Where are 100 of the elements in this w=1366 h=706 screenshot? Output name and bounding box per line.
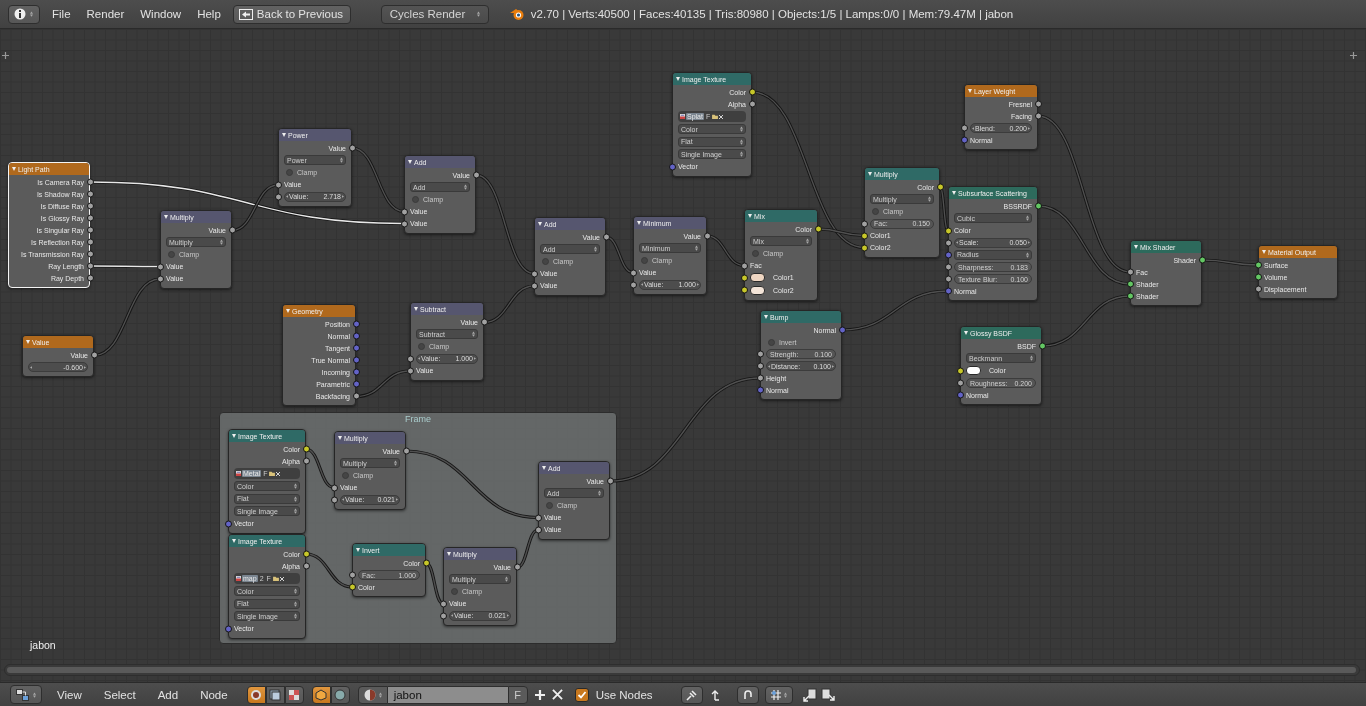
socket[interactable]	[228, 226, 236, 234]
menu-item[interactable]: Help	[189, 8, 229, 20]
checkbox[interactable]	[542, 258, 549, 265]
plus-icon[interactable]	[1350, 52, 1357, 59]
increment-arrow-icon[interactable]	[342, 195, 344, 198]
editor-type-button[interactable]	[8, 4, 40, 24]
collapse-triangle-icon[interactable]	[286, 309, 290, 313]
decrement-arrow-icon[interactable]	[451, 614, 453, 617]
increment-arrow-icon[interactable]	[1028, 126, 1030, 130]
folder-icon[interactable]	[272, 576, 279, 581]
plus-icon[interactable]	[2, 52, 9, 59]
picture-icon[interactable]	[236, 471, 241, 476]
collapse-triangle-icon[interactable]	[164, 215, 168, 219]
copy-icon[interactable]	[802, 687, 817, 702]
decrement-arrow-icon[interactable]	[418, 357, 420, 360]
checkbox[interactable]	[641, 257, 648, 264]
collapse-triangle-icon[interactable]	[408, 160, 412, 164]
menu-item[interactable]: View	[46, 688, 93, 701]
shader-owner-button[interactable]	[311, 685, 331, 704]
close-icon[interactable]	[276, 471, 281, 476]
increment-arrow-icon[interactable]	[84, 365, 86, 369]
material-name-field[interactable]: jabon	[387, 685, 508, 704]
close-icon[interactable]	[719, 114, 724, 119]
collapse-triangle-icon[interactable]	[637, 221, 641, 225]
collapse-triangle-icon[interactable]	[12, 167, 16, 171]
socket[interactable]	[1038, 342, 1046, 350]
socket[interactable]	[422, 559, 430, 567]
socket[interactable]	[1034, 202, 1042, 210]
checkbox[interactable]	[412, 196, 419, 203]
socket[interactable]	[936, 183, 944, 191]
decrement-arrow-icon[interactable]	[972, 126, 974, 130]
shader-type-button[interactable]	[246, 685, 266, 704]
folder-icon[interactable]	[269, 471, 276, 476]
node-frame[interactable]	[219, 412, 617, 644]
checkbox[interactable]	[342, 472, 349, 479]
socket[interactable]	[606, 477, 614, 485]
collapse-triangle-icon[interactable]	[447, 552, 451, 556]
decrement-arrow-icon[interactable]	[768, 364, 770, 368]
snap-element-dropdown[interactable]	[764, 685, 793, 704]
picture-icon[interactable]	[236, 576, 241, 581]
shader-type-button[interactable]	[265, 685, 285, 704]
collapse-triangle-icon[interactable]	[764, 315, 768, 319]
increment-arrow-icon[interactable]	[697, 283, 699, 286]
collapse-triangle-icon[interactable]	[356, 548, 360, 552]
decrement-arrow-icon[interactable]	[956, 241, 958, 244]
collapse-triangle-icon[interactable]	[282, 133, 286, 137]
checkbox[interactable]	[752, 250, 759, 257]
menu-item[interactable]: Node	[189, 688, 239, 701]
snap-button[interactable]	[736, 685, 759, 704]
decrement-arrow-icon[interactable]	[641, 283, 643, 286]
collapse-triangle-icon[interactable]	[338, 436, 342, 440]
socket[interactable]	[402, 447, 410, 455]
socket[interactable]	[480, 318, 488, 326]
checkbox[interactable]	[451, 588, 458, 595]
close-icon[interactable]	[279, 576, 284, 581]
checkbox[interactable]	[418, 343, 425, 350]
checkbox[interactable]	[768, 338, 775, 346]
socket[interactable]	[703, 232, 711, 240]
close-icon[interactable]	[551, 689, 563, 700]
socket[interactable]	[814, 225, 822, 233]
color-swatch[interactable]	[750, 273, 765, 283]
collapse-triangle-icon[interactable]	[1134, 245, 1138, 249]
collapse-triangle-icon[interactable]	[676, 77, 680, 81]
collapse-triangle-icon[interactable]	[1262, 250, 1266, 254]
material-browse-button[interactable]	[357, 685, 388, 704]
socket[interactable]	[472, 171, 480, 179]
checkbox[interactable]	[872, 208, 879, 215]
increment-arrow-icon[interactable]	[474, 357, 476, 360]
back-to-previous-button[interactable]: Back to Previous	[232, 4, 351, 24]
render-engine-dropdown[interactable]: Cycles Render	[380, 4, 489, 24]
menu-item[interactable]: Add	[146, 688, 190, 701]
horizontal-scrollbar[interactable]	[4, 664, 1360, 676]
picture-icon[interactable]	[680, 114, 685, 119]
collapse-triangle-icon[interactable]	[538, 222, 542, 226]
checkbox[interactable]	[286, 169, 293, 176]
folder-icon[interactable]	[712, 114, 719, 119]
checkbox[interactable]	[546, 502, 553, 509]
pin-button[interactable]	[680, 685, 703, 704]
paste-icon[interactable]	[820, 687, 835, 702]
increment-arrow-icon[interactable]	[396, 498, 398, 501]
socket[interactable]	[602, 233, 610, 241]
collapse-triangle-icon[interactable]	[968, 89, 972, 93]
checkbox[interactable]	[168, 251, 175, 258]
collapse-triangle-icon[interactable]	[414, 307, 418, 311]
menu-item[interactable]: Select	[92, 688, 147, 701]
collapse-triangle-icon[interactable]	[232, 539, 236, 543]
collapse-triangle-icon[interactable]	[964, 331, 968, 335]
menu-item[interactable]: File	[44, 8, 79, 20]
collapse-triangle-icon[interactable]	[232, 434, 236, 438]
editor-type-button[interactable]	[10, 685, 42, 704]
checkbox[interactable]	[574, 687, 589, 702]
color-swatch[interactable]	[750, 285, 765, 295]
decrement-arrow-icon[interactable]	[286, 195, 288, 198]
shader-owner-button[interactable]	[330, 685, 350, 704]
increment-arrow-icon[interactable]	[1028, 241, 1030, 244]
socket[interactable]	[513, 563, 521, 571]
collapse-triangle-icon[interactable]	[868, 172, 872, 176]
collapse-triangle-icon[interactable]	[542, 466, 546, 470]
menu-item[interactable]: Render	[78, 8, 133, 20]
increment-arrow-icon[interactable]	[832, 364, 834, 368]
